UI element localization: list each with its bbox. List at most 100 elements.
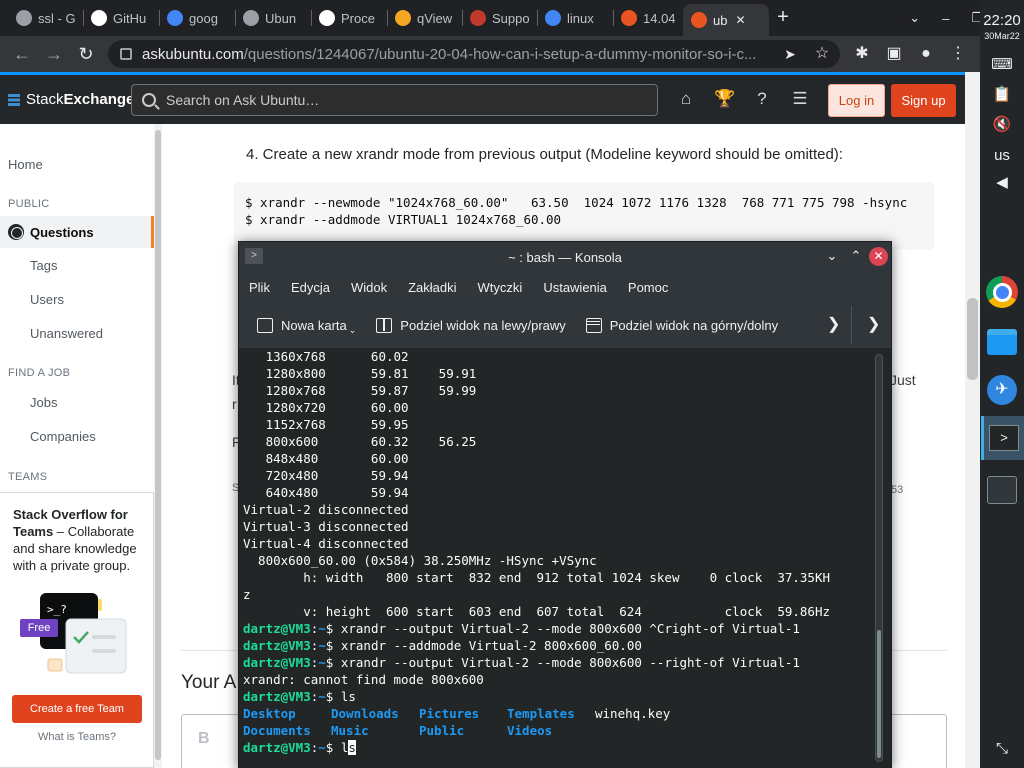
chrome-task[interactable] xyxy=(984,270,1020,314)
sidebar-scroll-thumb[interactable] xyxy=(155,130,161,760)
volume-muted-icon[interactable]: 🔇 xyxy=(990,114,1014,136)
search-icon xyxy=(142,93,156,107)
ls-directory: Downloads xyxy=(331,706,399,721)
terminal-text: $ xrandr --output Virtual-2 --mode 800x6… xyxy=(325,655,800,670)
back-icon[interactable]: ← xyxy=(10,42,34,66)
minimize-icon[interactable]: – xyxy=(942,11,949,26)
terminal-line: Virtual-3 disconnected xyxy=(243,518,871,535)
signup-button[interactable]: Sign up xyxy=(891,84,956,117)
achievements-icon[interactable]: 🏆 xyxy=(713,87,737,111)
clock-time[interactable]: 22:20 xyxy=(980,12,1024,29)
close-tab-icon[interactable]: ✕ xyxy=(735,13,745,27)
browser-tabstrip: ssl - G GitHu goog Ubun Proce qView Suppo linux… xyxy=(0,0,980,36)
forward-icon[interactable]: → xyxy=(42,42,66,66)
address-bar[interactable]: askubuntu.com /questions/1244067/ubuntu-… xyxy=(108,40,840,68)
terminal-text: 1152x768 59.95 xyxy=(243,417,409,432)
page-scroll-thumb[interactable] xyxy=(967,298,978,380)
terminal-text: $ l xyxy=(325,740,349,755)
chevron-down-icon[interactable]: ⌄ xyxy=(823,247,841,265)
nav-unanswered[interactable]: Unanswered xyxy=(30,326,103,341)
terminal-scroll-thumb[interactable] xyxy=(877,630,881,758)
split-left-right-tool[interactable]: Podziel widok na lewy/prawy xyxy=(376,317,566,333)
github-icon xyxy=(91,10,107,26)
browser-tab[interactable]: GitHu xyxy=(83,4,159,32)
help-icon[interactable]: ? xyxy=(750,87,774,111)
browser-tab[interactable]: Proce xyxy=(311,4,387,32)
browser-tab[interactable]: Ubun xyxy=(235,4,311,32)
nav-jobs[interactable]: Jobs xyxy=(30,395,57,410)
konsole-menu-item[interactable]: Pomoc xyxy=(628,280,668,295)
new-tab-button[interactable]: + xyxy=(772,6,794,28)
site-search-input[interactable]: Search on Ask Ubuntu… xyxy=(131,84,658,116)
browser-tab[interactable]: goog xyxy=(159,4,235,32)
konsole-menu-item[interactable]: Widok xyxy=(351,280,387,295)
login-button[interactable]: Log in xyxy=(828,84,885,117)
ls-directory: Pictures xyxy=(419,706,480,721)
terminal-view[interactable]: 1360x768 60.02 1280x800 59.81 59.91 1280… xyxy=(239,348,891,768)
dropdown-arrow-icon[interactable]: ⌄ xyxy=(349,325,357,336)
tab-label: 14.04 xyxy=(643,10,676,26)
inbox-icon[interactable]: ⌂ xyxy=(674,87,698,111)
terminal-line: 848x480 60.00 xyxy=(243,450,871,467)
chevron-right-icon[interactable]: ❯ xyxy=(827,314,840,334)
chevron-up-icon[interactable]: ⌃ xyxy=(847,247,865,265)
konsole-task[interactable]: > xyxy=(981,416,1024,460)
lock-icon[interactable] xyxy=(120,48,132,60)
konsole-menu-item[interactable]: Zakładki xyxy=(408,280,456,295)
terminal-output: 1360x768 60.02 1280x800 59.81 59.91 1280… xyxy=(243,348,871,756)
extensions-icon[interactable]: ✱ xyxy=(850,42,874,66)
what-is-teams-link[interactable]: What is Teams? xyxy=(0,731,154,743)
tray-expand-icon[interactable]: ◀ xyxy=(990,172,1014,194)
terminal-line: Virtual-2 disconnected xyxy=(243,501,871,518)
create-free-team-button[interactable]: Create a free Team xyxy=(12,695,142,723)
tab-label: linux xyxy=(567,10,594,26)
nav-tags[interactable]: Tags xyxy=(30,258,57,273)
nav-home[interactable]: Home xyxy=(8,157,43,172)
bold-button[interactable]: B xyxy=(198,730,210,748)
browser-tab[interactable]: Suppo xyxy=(462,4,537,32)
konsole-menu-item[interactable]: Ustawienia xyxy=(543,280,607,295)
bookmark-star-icon[interactable]: ☆ xyxy=(810,42,834,66)
nav-questions[interactable]: Questions xyxy=(0,216,154,248)
nav-questions-label: Questions xyxy=(30,224,94,240)
files-task[interactable] xyxy=(984,320,1020,364)
new-tab-tool[interactable]: Nowa karta ⌄ xyxy=(257,315,356,336)
close-icon[interactable]: ✕ xyxy=(869,247,888,266)
browser-tab[interactable]: qView xyxy=(387,4,462,32)
settings-task[interactable] xyxy=(984,468,1020,512)
site-switcher-icon[interactable]: ☰ xyxy=(788,87,812,111)
browser-tab[interactable]: ssl - G xyxy=(8,4,83,32)
menu-kebab-icon[interactable]: ⋮ xyxy=(946,42,970,66)
ls-file: winehq.key xyxy=(595,706,671,721)
discover-task[interactable]: ✈ xyxy=(984,368,1020,412)
split-top-bottom-tool[interactable]: Podziel widok na górny/dolny xyxy=(585,317,778,333)
keyboard-layout[interactable]: us xyxy=(980,147,1024,164)
terminal-text: 1360x768 60.02 xyxy=(243,349,409,364)
side-panel-icon[interactable]: ▣ xyxy=(882,42,906,66)
konsole-titlebar[interactable]: > ~ : bash — Konsola ⌄ ⌃ ✕ xyxy=(239,242,891,272)
tab-search-icon[interactable]: ⌄ xyxy=(909,10,920,26)
new-tab-label: Nowa karta xyxy=(281,317,347,333)
nav-users[interactable]: Users xyxy=(30,292,64,307)
stackexchange-logo[interactable]: Stack Exchange xyxy=(8,91,134,108)
page-scrollbar[interactable] xyxy=(965,72,980,768)
profile-icon[interactable]: ● xyxy=(914,42,938,66)
discover-icon: ✈ xyxy=(987,375,1017,405)
browser-tab[interactable]: ub ✕ xyxy=(683,4,769,36)
tab-label: ub xyxy=(713,12,728,28)
nav-companies[interactable]: Companies xyxy=(30,429,96,444)
konsole-menu-item[interactable]: Edycja xyxy=(291,280,330,295)
send-icon[interactable]: ➤ xyxy=(778,42,802,66)
ls-directory: Videos xyxy=(507,723,553,738)
askubuntu-icon xyxy=(621,10,637,26)
browser-tab[interactable]: 14.04 xyxy=(613,4,683,32)
toolbar-overflow-icon[interactable]: ❯ xyxy=(867,314,880,334)
a-icon xyxy=(319,10,335,26)
clipboard-icon[interactable]: 📋 xyxy=(990,84,1014,106)
konsole-menu-item[interactable]: Plik xyxy=(249,280,270,295)
resize-icon[interactable]: ⤡ xyxy=(990,738,1014,760)
reload-icon[interactable]: ↻ xyxy=(74,42,98,66)
browser-tab[interactable]: linux xyxy=(537,4,613,32)
keyboard-icon[interactable]: ⌨ xyxy=(990,54,1014,76)
konsole-menu-item[interactable]: Wtyczki xyxy=(478,280,523,295)
